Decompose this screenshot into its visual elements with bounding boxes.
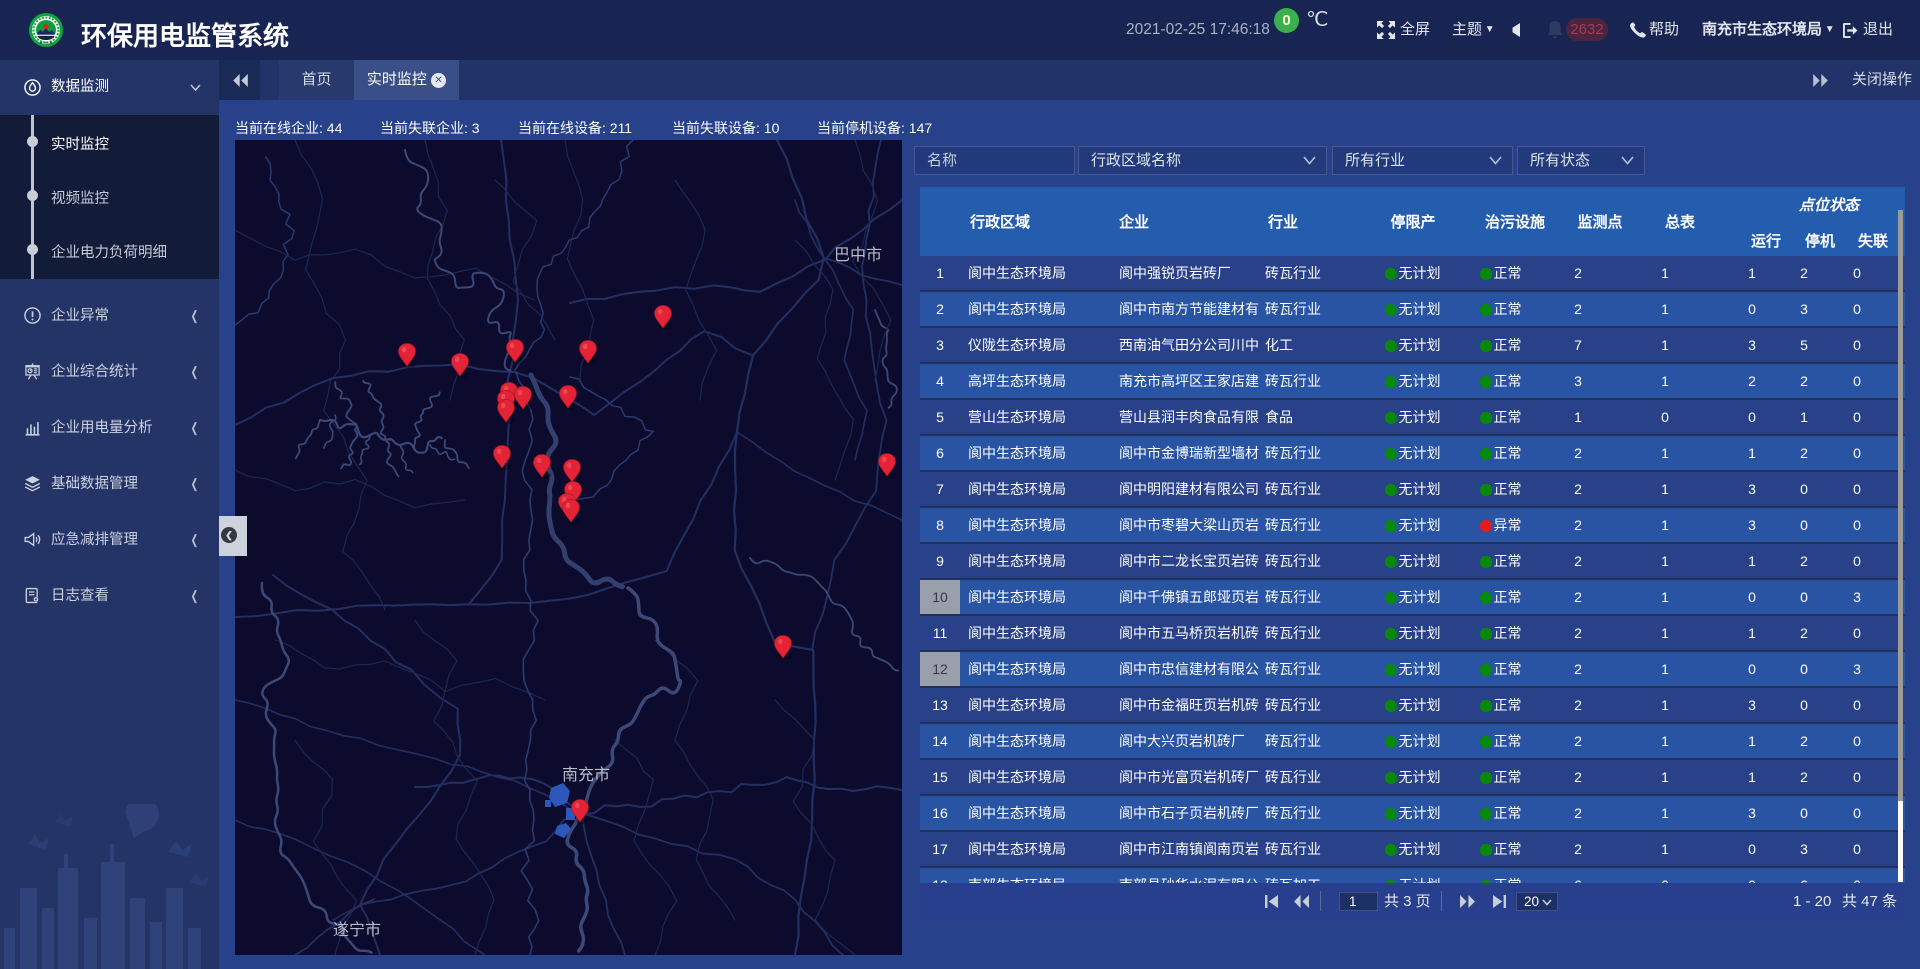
svg-text:南充市: 南充市: [562, 766, 610, 784]
svg-text:巴中市: 巴中市: [834, 246, 882, 264]
svg-text:遂宁市: 遂宁市: [333, 921, 381, 939]
